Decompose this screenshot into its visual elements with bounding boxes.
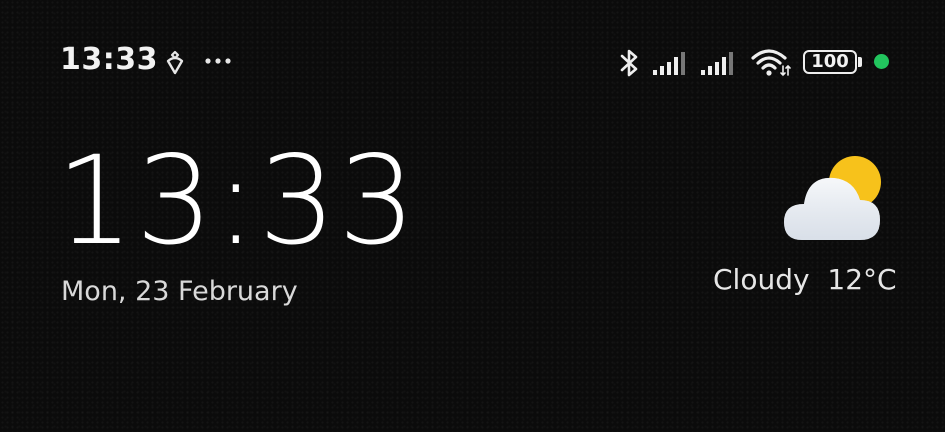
lockscreen-date: Mon, 23 February [61, 276, 298, 307]
signal-icon [653, 52, 685, 75]
wifi-icon [751, 49, 791, 77]
battery-nub [858, 57, 862, 67]
status-bar: 13:33 100 [0, 0, 945, 110]
more-dots-icon [205, 58, 231, 64]
weather-condition: Cloudy [713, 263, 810, 296]
weather-summary[interactable]: Cloudy 12°C [713, 263, 897, 296]
bluetooth-icon [620, 49, 638, 77]
notification-icon [166, 50, 184, 75]
signal-icon [701, 52, 733, 75]
privacy-indicator-dot [874, 54, 889, 69]
status-time: 13:33 [60, 42, 158, 77]
partly-cloudy-icon[interactable] [780, 154, 890, 246]
lockscreen-clock: 13:33 [56, 130, 418, 272]
battery-level: 100 [811, 51, 849, 72]
weather-temperature: 12°C [827, 263, 897, 296]
